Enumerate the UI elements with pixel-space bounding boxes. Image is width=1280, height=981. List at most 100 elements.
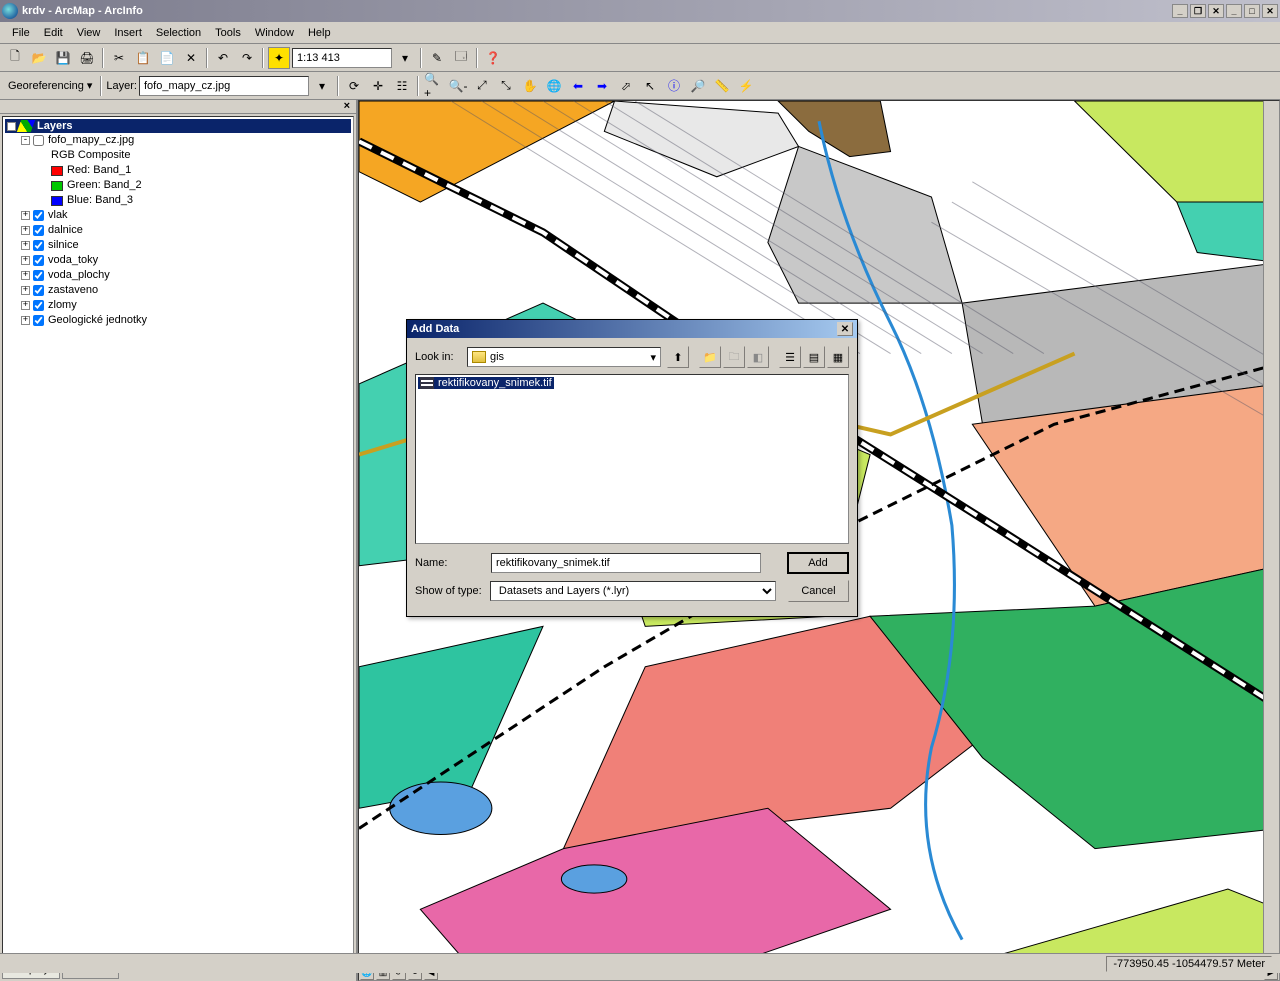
thumbnails-view-button[interactable]: ▦ [827,346,849,368]
copy-button[interactable]: 📋 [132,47,154,69]
minimize-button[interactable]: _ [1172,4,1188,18]
measure-button[interactable]: 📏 [711,75,733,97]
undo-button[interactable]: ↶ [212,47,234,69]
layer-checkbox[interactable] [33,135,44,146]
whatsthis-button[interactable]: ❓ [482,47,504,69]
dialog-titlebar[interactable]: Add Data ✕ [407,320,857,338]
rotate-button[interactable]: ⟳ [343,75,365,97]
close2-button[interactable]: ✕ [1262,4,1278,18]
expand-icon[interactable]: + [21,316,30,325]
lookin-label: Look in: [415,351,461,363]
collapse-icon[interactable]: - [21,136,30,145]
zoom-out-button[interactable]: 🔍- [447,75,469,97]
hyperlink-button[interactable]: ⚡ [735,75,757,97]
up-button[interactable]: ⬆ [667,346,689,368]
cancel-button[interactable]: Cancel [788,580,849,602]
file-item-selected[interactable]: rektifikovany_snimek.tif [418,377,554,389]
find-button[interactable]: 🔎 [687,75,709,97]
layer-checkbox[interactable] [33,270,44,281]
scale-dropdown-button[interactable]: ▾ [394,47,416,69]
georeferencing-menu[interactable]: Georeferencing ▾ [4,77,96,94]
lookin-combo[interactable]: gis ▾ [467,347,661,367]
menu-file[interactable]: File [6,25,36,41]
new-button[interactable]: 🗋 [4,47,26,69]
minimize2-button[interactable]: _ [1226,4,1242,18]
layer-checkbox[interactable] [33,285,44,296]
vertical-scrollbar[interactable] [1263,101,1279,964]
layer-checkbox[interactable] [33,255,44,266]
layer-node[interactable]: +voda_plochy [5,268,351,283]
add-data-button[interactable]: ✦ [268,47,290,69]
dialog-close-button[interactable]: ✕ [837,322,853,336]
link-table-button[interactable]: ☷ [391,75,413,97]
layer-node[interactable]: +silnice [5,238,351,253]
collapse-icon[interactable]: - [7,122,16,131]
layer-node[interactable]: +zastaveno [5,283,351,298]
save-button[interactable]: 💾 [52,47,74,69]
cut-button[interactable]: ✂ [108,47,130,69]
arccatalog-button[interactable]: 🗔 [450,47,472,69]
expand-icon[interactable]: + [21,226,30,235]
name-input[interactable] [491,553,761,573]
layer-node[interactable]: +voda_toky [5,253,351,268]
control-points-button[interactable]: ✛ [367,75,389,97]
toc-close-button[interactable]: × [340,100,354,112]
zoom-in-button[interactable]: 🔍+ [423,75,445,97]
identify-button[interactable]: ⓘ [663,75,685,97]
layer-checkbox[interactable] [33,210,44,221]
print-button[interactable]: 🖨 [76,47,98,69]
restore-button[interactable]: ❐ [1190,4,1206,18]
expand-icon[interactable]: + [21,241,30,250]
add-button[interactable]: Add [787,552,849,574]
paste-button[interactable]: 📄 [156,47,178,69]
layer-node[interactable]: +dalnice [5,223,351,238]
layer-combo[interactable] [139,76,309,96]
select-elements-button[interactable]: ↖ [639,75,661,97]
full-extent-button[interactable]: 🌐 [543,75,565,97]
expand-icon[interactable]: + [21,271,30,280]
delete-button[interactable]: ✕ [180,47,202,69]
menu-selection[interactable]: Selection [150,25,207,41]
expand-icon[interactable]: + [21,286,30,295]
list-view-button[interactable]: ☰ [779,346,801,368]
scale-input[interactable] [292,48,392,68]
menu-help[interactable]: Help [302,25,337,41]
layer-node[interactable]: +vlak [5,208,351,223]
raster-layer-node[interactable]: - fofo_mapy_cz.jpg [5,133,351,148]
layer-checkbox[interactable] [33,300,44,311]
expand-icon[interactable]: + [21,301,30,310]
maximize-button[interactable]: □ [1244,4,1260,18]
type-combo[interactable]: Datasets and Layers (*.lyr) [490,581,776,601]
fixed-zoom-in-button[interactable]: ⤢ [471,75,493,97]
layer-checkbox[interactable] [33,240,44,251]
next-extent-button[interactable]: ➡ [591,75,613,97]
disconnect-folder-button[interactable]: 🗀 [723,346,745,368]
prev-extent-button[interactable]: ⬅ [567,75,589,97]
toc-layers-header[interactable]: - Layers [5,119,351,133]
fixed-zoom-out-button[interactable]: ⤡ [495,75,517,97]
details-view-button[interactable]: ▤ [803,346,825,368]
layer-node[interactable]: +Geologické jednotky [5,313,351,328]
menu-insert[interactable]: Insert [108,25,148,41]
layer-dropdown-button[interactable]: ▾ [311,75,333,97]
editor-toolbar-button[interactable]: ✎ [426,47,448,69]
file-list[interactable]: rektifikovany_snimek.tif [415,374,849,544]
close-button[interactable]: ✕ [1208,4,1224,18]
layer-checkbox[interactable] [33,315,44,326]
redo-button[interactable]: ↷ [236,47,258,69]
toc-tree[interactable]: - Layers - fofo_mapy_cz.jpg RGB Composit… [2,116,354,955]
menu-view[interactable]: View [71,25,107,41]
expand-icon[interactable]: + [21,256,30,265]
separator [417,76,419,96]
connect-folder-button[interactable]: 📁 [699,346,721,368]
menu-window[interactable]: Window [249,25,300,41]
open-button[interactable]: 📂 [28,47,50,69]
pan-button[interactable]: ✋ [519,75,541,97]
layer-checkbox[interactable] [33,225,44,236]
menu-tools[interactable]: Tools [209,25,247,41]
expand-icon[interactable]: + [21,211,30,220]
new-group-button[interactable]: ◧ [747,346,769,368]
menu-edit[interactable]: Edit [38,25,69,41]
layer-node[interactable]: +zlomy [5,298,351,313]
select-features-button[interactable]: ⬀ [615,75,637,97]
